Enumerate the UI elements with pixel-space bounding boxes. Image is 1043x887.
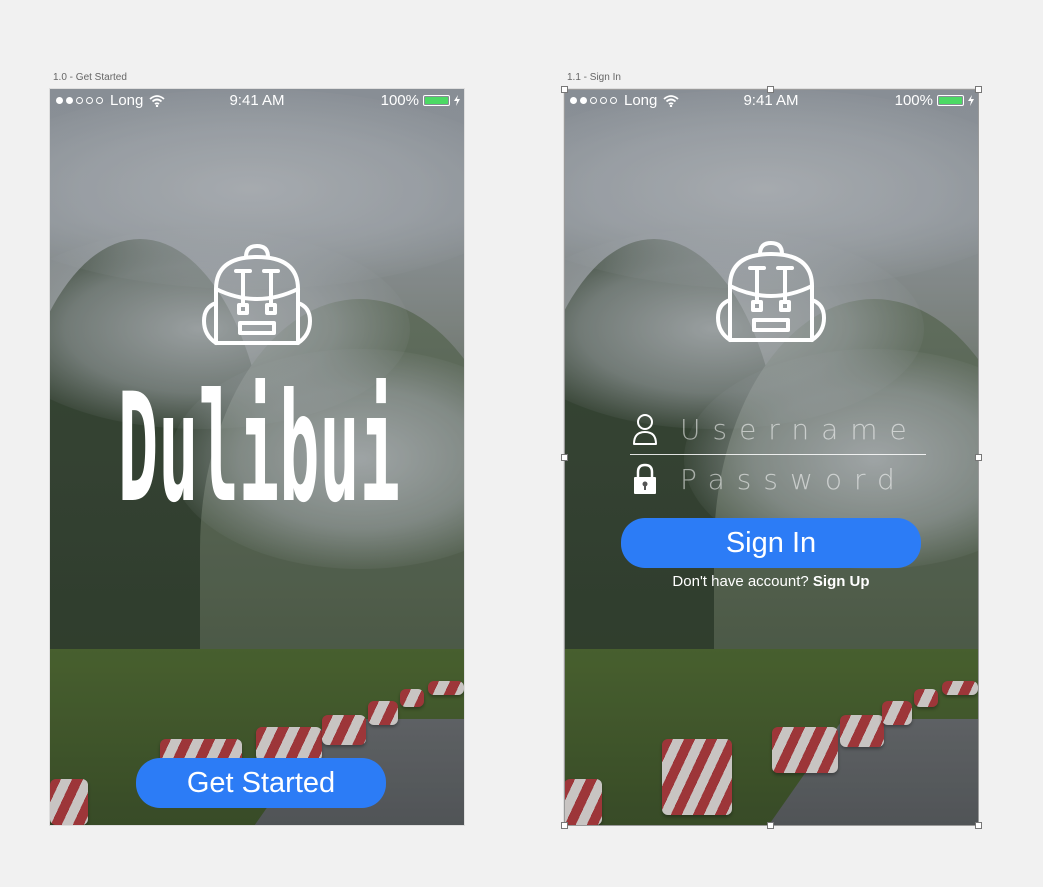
artboard-get-started: Long 9:41 AM 100% Dulibui Get Started	[50, 89, 464, 825]
resize-handle[interactable]	[975, 86, 982, 93]
user-icon	[633, 414, 657, 445]
resize-handle[interactable]	[561, 822, 568, 829]
password-field[interactable]: Password	[632, 459, 928, 499]
resize-handle[interactable]	[767, 86, 774, 93]
battery-icon	[937, 95, 964, 106]
signup-prompt-line: Don't have account? Sign Up	[564, 573, 978, 590]
artboard-title-sign-in[interactable]: 1.1 - Sign In	[567, 72, 621, 83]
username-input[interactable]: Username	[680, 413, 919, 446]
battery-percent: 100%	[380, 92, 419, 109]
signup-prompt: Don't have account?	[672, 573, 809, 590]
resize-handle[interactable]	[767, 822, 774, 829]
charging-bolt-icon	[968, 95, 974, 106]
get-started-button[interactable]: Get Started	[136, 758, 386, 808]
resize-handle[interactable]	[561, 86, 568, 93]
backpack-icon	[716, 241, 826, 342]
brand-text: Dulibui	[118, 366, 400, 506]
artboard-sign-in: Long 9:41 AM 100% Username Password Sign…	[564, 89, 978, 825]
background-image	[564, 89, 978, 825]
lock-icon	[634, 463, 656, 494]
field-divider	[630, 454, 926, 455]
brand-wordmark: Dulibui	[118, 366, 400, 506]
resize-handle[interactable]	[975, 454, 982, 461]
username-field[interactable]: Username	[632, 409, 928, 449]
resize-handle[interactable]	[975, 822, 982, 829]
battery-percent: 100%	[894, 92, 933, 109]
sign-up-link[interactable]: Sign Up	[813, 573, 870, 590]
sign-in-button[interactable]: Sign In	[621, 518, 921, 568]
status-bar: Long 9:41 AM 100%	[50, 89, 464, 113]
battery-icon	[423, 95, 450, 106]
artboard-title-get-started[interactable]: 1.0 - Get Started	[53, 72, 127, 83]
resize-handle[interactable]	[561, 454, 568, 461]
password-input[interactable]: Password	[680, 463, 907, 496]
charging-bolt-icon	[454, 95, 460, 106]
backpack-icon	[202, 244, 312, 345]
